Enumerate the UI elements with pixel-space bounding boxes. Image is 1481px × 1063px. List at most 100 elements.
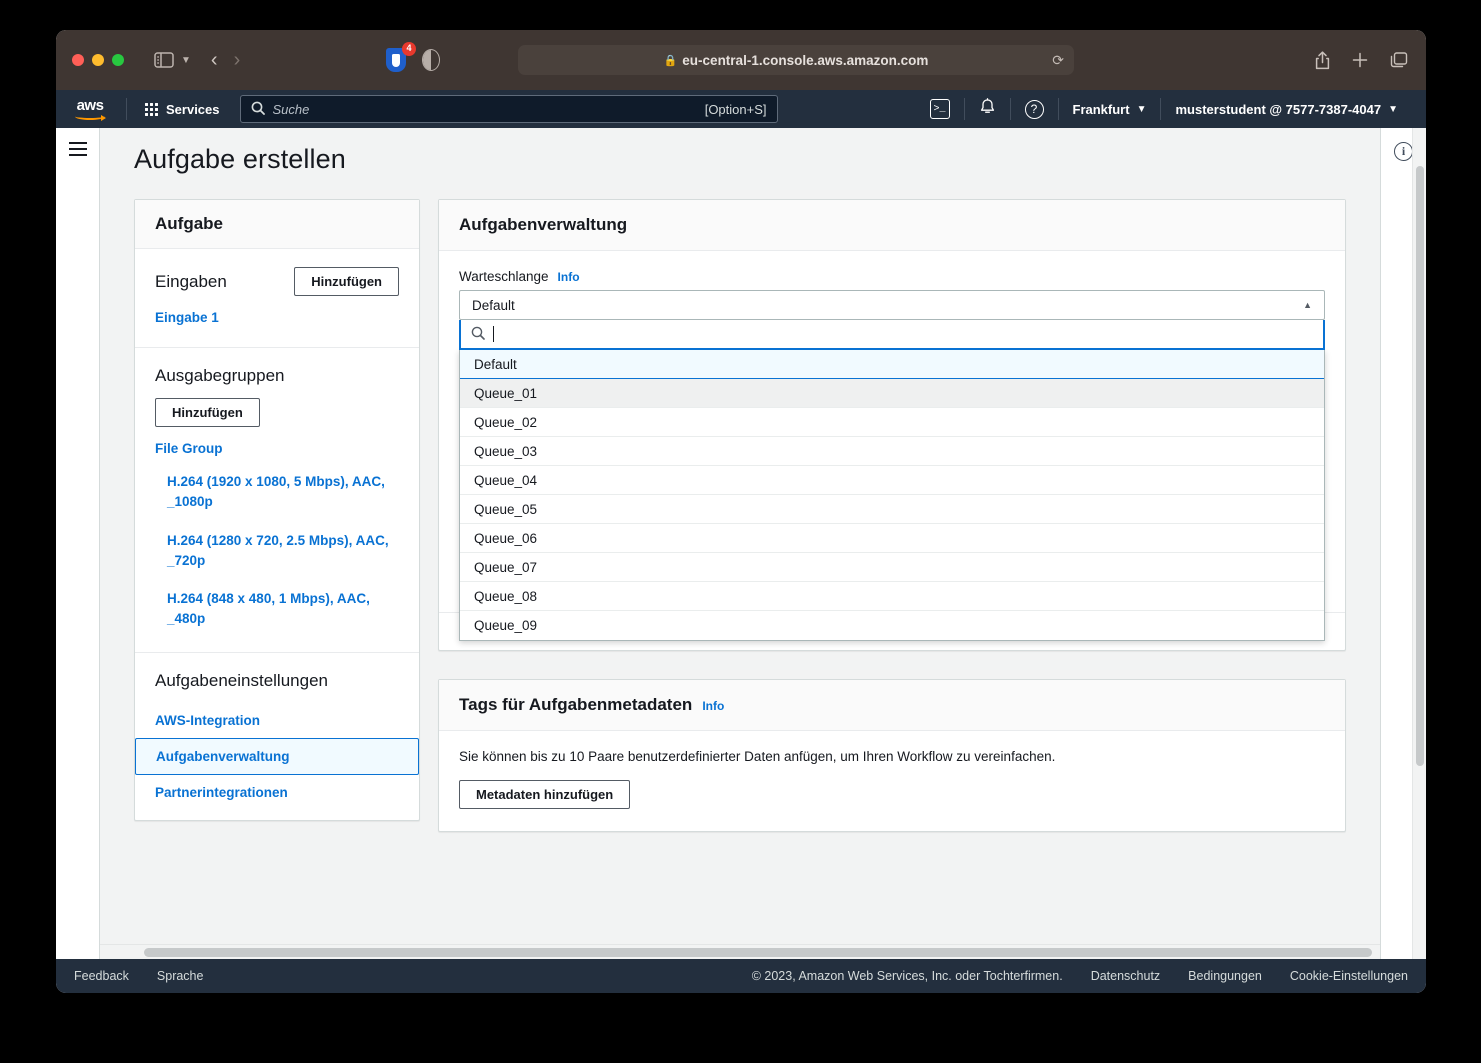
vertical-scrollbar-thumb[interactable] bbox=[1416, 166, 1424, 766]
add-input-button[interactable]: Hinzufügen bbox=[294, 267, 399, 296]
output-list: H.264 (1920 x 1080, 5 Mbps), AAC, _1080p… bbox=[155, 472, 399, 630]
sidebar-item-partnerintegrationen[interactable]: Partnerintegrationen bbox=[155, 775, 399, 810]
output-item[interactable]: H.264 (848 x 480, 1 Mbps), AAC, _480p bbox=[155, 589, 399, 630]
queue-option-default[interactable]: Default bbox=[460, 350, 1324, 379]
share-icon[interactable] bbox=[1315, 50, 1330, 70]
tags-description: Sie können bis zu 10 Paare benutzerdefin… bbox=[459, 749, 1056, 764]
queue-label: Warteschlange bbox=[459, 269, 549, 284]
back-button[interactable]: ‹ bbox=[211, 49, 218, 72]
chevron-down-icon: ▼ bbox=[1388, 103, 1398, 115]
queue-select-wrapper: Default ▲ Default Queue_01 Queue_02 Queu… bbox=[459, 290, 1325, 641]
queue-option-queue-08[interactable]: Queue_08 bbox=[460, 582, 1324, 611]
language-link[interactable]: Sprache bbox=[157, 969, 204, 983]
queue-option-queue-05[interactable]: Queue_05 bbox=[460, 495, 1324, 524]
output-item[interactable]: H.264 (1920 x 1080, 5 Mbps), AAC, _1080p bbox=[155, 472, 399, 513]
queue-options-dropdown[interactable]: Default Queue_01 Queue_02 Queue_03 Queue… bbox=[459, 350, 1325, 641]
inputs-title: Eingaben bbox=[155, 271, 227, 291]
console-footer: Feedback Sprache © 2023, Amazon Web Serv… bbox=[56, 959, 1426, 993]
chevron-down-icon: ▼ bbox=[1136, 103, 1147, 115]
reload-icon[interactable]: ⟳ bbox=[1052, 52, 1064, 69]
grid-icon bbox=[145, 102, 158, 116]
sidebar-item-aws-integration[interactable]: AWS-Integration bbox=[155, 703, 399, 738]
shield-extension-icon[interactable]: 4 bbox=[386, 42, 416, 72]
right-column: Aufgabenverwaltung Warteschlange Info De… bbox=[438, 199, 1346, 832]
address-bar[interactable]: 🔒 eu-central-1.console.aws.amazon.com ⟳ bbox=[518, 45, 1074, 75]
cookie-settings-link[interactable]: Cookie-Einstellungen bbox=[1290, 969, 1408, 983]
queue-option-queue-09[interactable]: Queue_09 bbox=[460, 611, 1324, 640]
job-card-header: Aufgabe bbox=[135, 200, 419, 249]
browser-extensions: 4 bbox=[386, 42, 440, 72]
privacy-link[interactable]: Datenschutz bbox=[1091, 969, 1160, 983]
new-tab-icon[interactable] bbox=[1352, 52, 1368, 68]
question-mark-icon: ? bbox=[1024, 99, 1044, 119]
input-item-1[interactable]: Eingabe 1 bbox=[155, 310, 399, 325]
sidebar-toggle-icon[interactable] bbox=[154, 52, 174, 68]
queue-option-queue-06[interactable]: Queue_06 bbox=[460, 524, 1324, 553]
job-summary-card: Aufgabe Eingaben Hinzufügen Eingabe 1 Au… bbox=[134, 199, 420, 821]
output-item[interactable]: H.264 (1280 x 720, 2.5 Mbps), AAC, _720p bbox=[155, 531, 399, 572]
horizontal-scrollbar[interactable] bbox=[100, 944, 1380, 959]
reader-mode-icon[interactable] bbox=[422, 49, 440, 71]
aws-logo[interactable]: aws bbox=[70, 96, 110, 122]
vertical-scrollbar[interactable] bbox=[1412, 128, 1426, 959]
services-menu-button[interactable]: Services bbox=[137, 97, 228, 122]
browser-toolbar-right bbox=[1315, 50, 1408, 70]
search-icon bbox=[471, 326, 485, 343]
job-management-header: Aufgabenverwaltung bbox=[439, 200, 1345, 251]
hamburger-menu-icon[interactable] bbox=[68, 142, 87, 156]
queue-filter-input[interactable] bbox=[494, 326, 1313, 342]
job-management-panel: Aufgabenverwaltung Warteschlange Info De… bbox=[438, 199, 1346, 651]
account-menu[interactable]: musterstudent @ 7577-7387-4047 ▼ bbox=[1161, 90, 1412, 128]
queue-option-queue-01[interactable]: Queue_01 bbox=[460, 379, 1324, 408]
queue-selected-value: Default bbox=[472, 297, 515, 313]
info-circle-icon[interactable]: i bbox=[1394, 142, 1413, 161]
feedback-link[interactable]: Feedback bbox=[74, 969, 129, 983]
tabs-overview-icon[interactable] bbox=[1390, 52, 1408, 68]
search-input[interactable] bbox=[272, 101, 705, 117]
terms-link[interactable]: Bedingungen bbox=[1188, 969, 1262, 983]
cloudshell-button[interactable]: >_ bbox=[916, 90, 964, 128]
output-group-file-group[interactable]: File Group bbox=[155, 441, 399, 456]
lock-icon: 🔒 bbox=[663, 54, 678, 67]
queue-info-link[interactable]: Info bbox=[558, 270, 580, 284]
minimize-window-button[interactable] bbox=[92, 54, 104, 66]
inputs-section: Eingaben Hinzufügen Eingabe 1 bbox=[135, 249, 419, 348]
extension-badge-count: 4 bbox=[402, 42, 416, 56]
global-search-bar[interactable]: [Option+S] bbox=[239, 95, 778, 123]
close-window-button[interactable] bbox=[72, 54, 84, 66]
queue-option-queue-04[interactable]: Queue_04 bbox=[460, 466, 1324, 495]
tags-panel-title: Tags für Aufgabenmetadaten bbox=[459, 695, 693, 714]
browser-toolbar: ▼ ‹ › 4 🔒 eu-central-1.console.aws.amazo… bbox=[56, 30, 1426, 90]
add-metadata-button[interactable]: Metadaten hinzufügen bbox=[459, 780, 631, 809]
chevron-down-icon[interactable]: ▼ bbox=[181, 55, 191, 66]
job-settings-title: Aufgabeneinstellungen bbox=[155, 670, 328, 690]
queue-option-queue-07[interactable]: Queue_07 bbox=[460, 553, 1324, 582]
browser-window: ▼ ‹ › 4 🔒 eu-central-1.console.aws.amazo… bbox=[56, 30, 1426, 993]
job-management-body: Warteschlange Info Default ▲ Default Que… bbox=[439, 251, 1345, 641]
job-settings-nav: AWS-Integration Aufgabenverwaltung Partn… bbox=[135, 703, 419, 810]
account-label: musterstudent @ 7577-7387-4047 bbox=[1175, 101, 1382, 117]
chevron-up-icon: ▲ bbox=[1303, 300, 1312, 310]
add-output-group-button[interactable]: Hinzufügen bbox=[155, 398, 260, 427]
queue-option-queue-02[interactable]: Queue_02 bbox=[460, 408, 1324, 437]
region-selector[interactable]: Frankfurt ▼ bbox=[1059, 90, 1161, 128]
queue-option-queue-03[interactable]: Queue_03 bbox=[460, 437, 1324, 466]
sidebar-item-aufgabenverwaltung[interactable]: Aufgabenverwaltung bbox=[135, 737, 419, 775]
tags-info-link[interactable]: Info bbox=[702, 699, 724, 713]
region-label: Frankfurt bbox=[1072, 101, 1130, 117]
search-icon bbox=[251, 101, 265, 118]
url-text: eu-central-1.console.aws.amazon.com bbox=[682, 52, 929, 68]
job-management-title: Aufgabenverwaltung bbox=[459, 215, 628, 234]
queue-select-trigger[interactable]: Default ▲ bbox=[459, 290, 1325, 320]
footer-right-links: © 2023, Amazon Web Services, Inc. oder T… bbox=[752, 969, 1408, 983]
notifications-button[interactable] bbox=[965, 90, 1010, 128]
queue-filter-row[interactable] bbox=[459, 320, 1325, 350]
horizontal-scrollbar-thumb[interactable] bbox=[144, 948, 1372, 957]
content-scroll-region: Aufgabe erstellen Aufgabe Eingaben Hinzu… bbox=[100, 128, 1380, 944]
forward-button[interactable]: › bbox=[234, 49, 241, 72]
help-button[interactable]: ? bbox=[1011, 90, 1058, 128]
maximize-window-button[interactable] bbox=[112, 54, 124, 66]
metadata-tags-panel: Tags für Aufgabenmetadaten Info Sie könn… bbox=[438, 679, 1346, 832]
window-traffic-lights bbox=[72, 54, 124, 66]
footer-left-links: Feedback Sprache bbox=[74, 969, 203, 983]
